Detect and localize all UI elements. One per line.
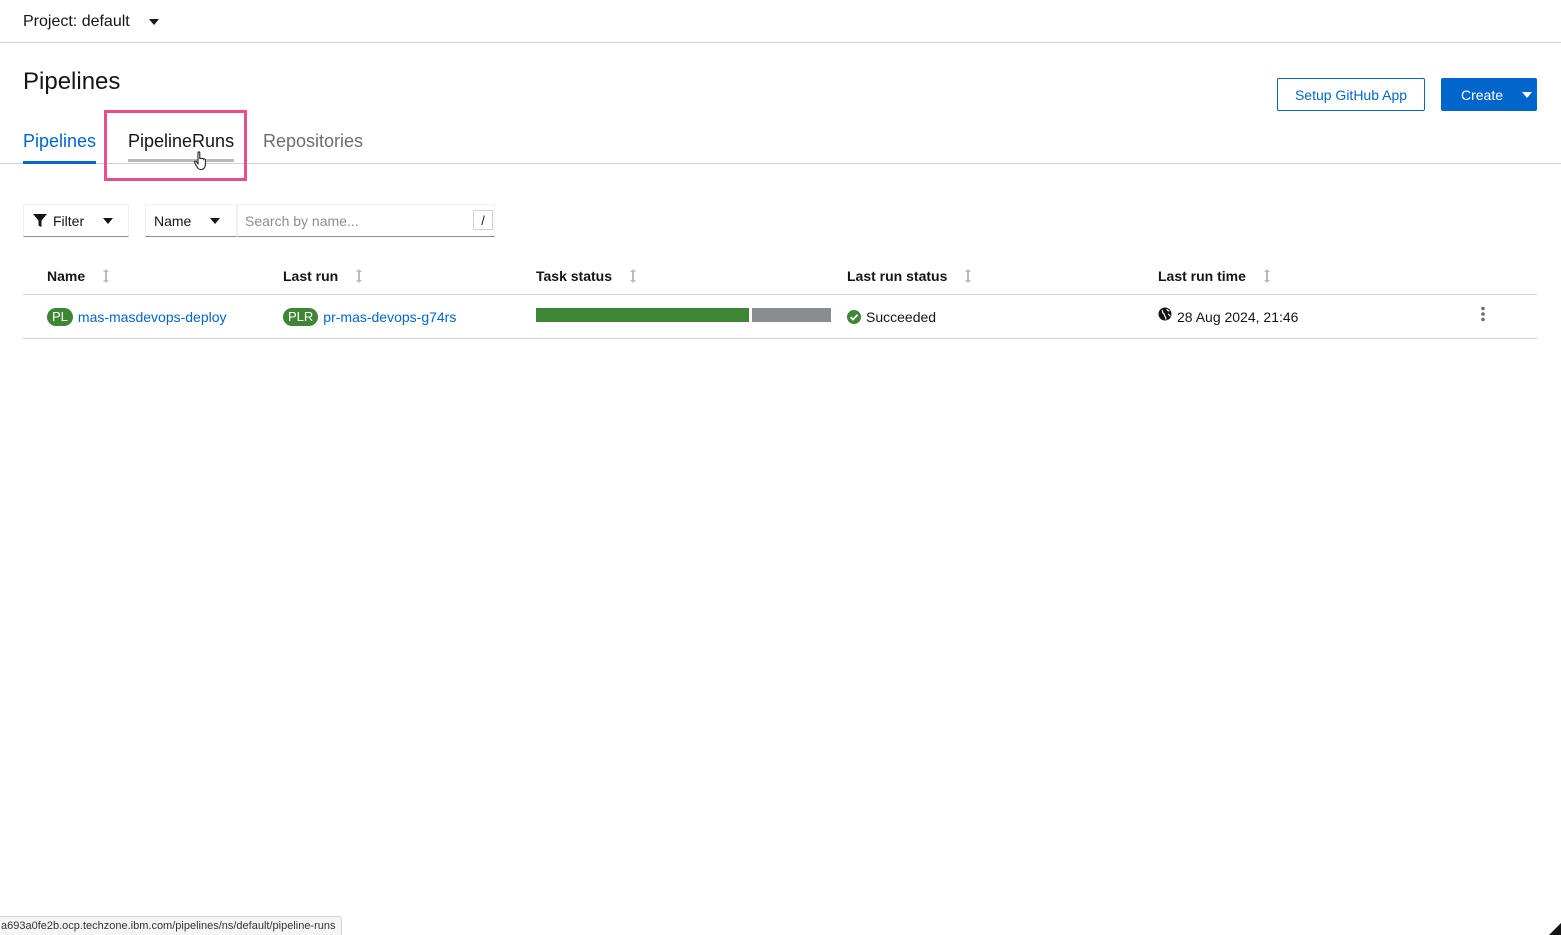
table-row: PL mas-masdevops-deploy PLR pr-mas-devop… [23, 295, 1537, 339]
last-run-time-text: 28 Aug 2024, 21:46 [1177, 309, 1299, 325]
sort-icon[interactable] [629, 269, 637, 283]
sort-icon[interactable] [102, 269, 110, 283]
resize-corner [1549, 923, 1561, 935]
column-header-last-run-status[interactable]: Last run status [847, 268, 972, 284]
last-run-time-cell: 28 Aug 2024, 21:46 [1158, 295, 1298, 339]
caret-down-icon [210, 217, 221, 224]
last-run-status-cell: Succeeded [847, 295, 936, 339]
project-selector[interactable]: Project: default [23, 10, 159, 34]
table-header: Name Last run Task status Last run statu… [23, 258, 1537, 295]
create-button[interactable]: Create [1441, 78, 1537, 111]
pipelinerun-badge: PLR [283, 308, 319, 326]
pipeline-badge: PL [47, 308, 73, 326]
attribute-select-label: Name [154, 212, 192, 229]
search-shortcut-hint: / [473, 210, 493, 230]
page-title: Pipelines [23, 68, 121, 95]
column-header-name[interactable]: Name [47, 268, 110, 284]
browser-status-url: a693a0fe2b.ocp.techzone.ibm.com/pipeline… [0, 916, 342, 935]
column-header-last-run-time[interactable]: Last run time [1158, 268, 1271, 284]
column-header-label: Last run [283, 268, 339, 284]
sort-icon[interactable] [964, 269, 972, 283]
last-run-link[interactable]: pr-mas-devops-g74rs [323, 309, 456, 325]
column-header-label: Name [47, 268, 86, 284]
setup-github-app-button[interactable]: Setup GitHub App [1277, 78, 1425, 111]
pointer-cursor-icon [193, 151, 206, 171]
column-header-label: Task status [536, 268, 612, 284]
task-status-succeeded-bar[interactable] [536, 308, 749, 322]
search-input[interactable] [237, 204, 495, 237]
name-cell: PL mas-masdevops-deploy [47, 295, 227, 339]
caret-down-icon [103, 217, 114, 224]
tab-repositories[interactable]: Repositories [263, 120, 363, 164]
last-run-status-text: Succeeded [866, 309, 937, 325]
create-button-label: Create [1461, 86, 1504, 103]
tab-pipelineruns[interactable]: PipelineRuns [128, 120, 235, 164]
tab-bar: Pipelines PipelineRuns Repositories [0, 120, 1561, 164]
last-run-cell: PLR pr-mas-devops-g74rs [283, 295, 456, 339]
sort-icon[interactable] [355, 269, 363, 283]
pipeline-name-link[interactable]: mas-masdevops-deploy [78, 309, 227, 325]
filter-label: Filter [53, 212, 85, 229]
caret-down-icon [148, 19, 159, 25]
column-header-task-status[interactable]: Task status [536, 268, 637, 284]
funnel-icon [33, 213, 47, 227]
project-selector-label: Project: default [23, 13, 130, 30]
project-bar: Project: default [0, 0, 1561, 43]
tab-pipelines[interactable]: Pipelines [23, 120, 97, 164]
task-status-other-bar[interactable] [752, 308, 831, 322]
column-header-last-run[interactable]: Last run [283, 268, 363, 284]
globe-icon [1158, 307, 1172, 321]
column-header-label: Last run time [1158, 268, 1246, 284]
caret-down-icon [1522, 91, 1533, 98]
attribute-select[interactable]: Name [145, 204, 237, 237]
column-header-label: Last run status [847, 268, 948, 284]
check-circle-icon [847, 310, 861, 324]
filter-dropdown[interactable]: Filter [23, 204, 129, 237]
sort-icon[interactable] [1263, 269, 1271, 283]
kebab-icon[interactable] [1478, 306, 1488, 322]
